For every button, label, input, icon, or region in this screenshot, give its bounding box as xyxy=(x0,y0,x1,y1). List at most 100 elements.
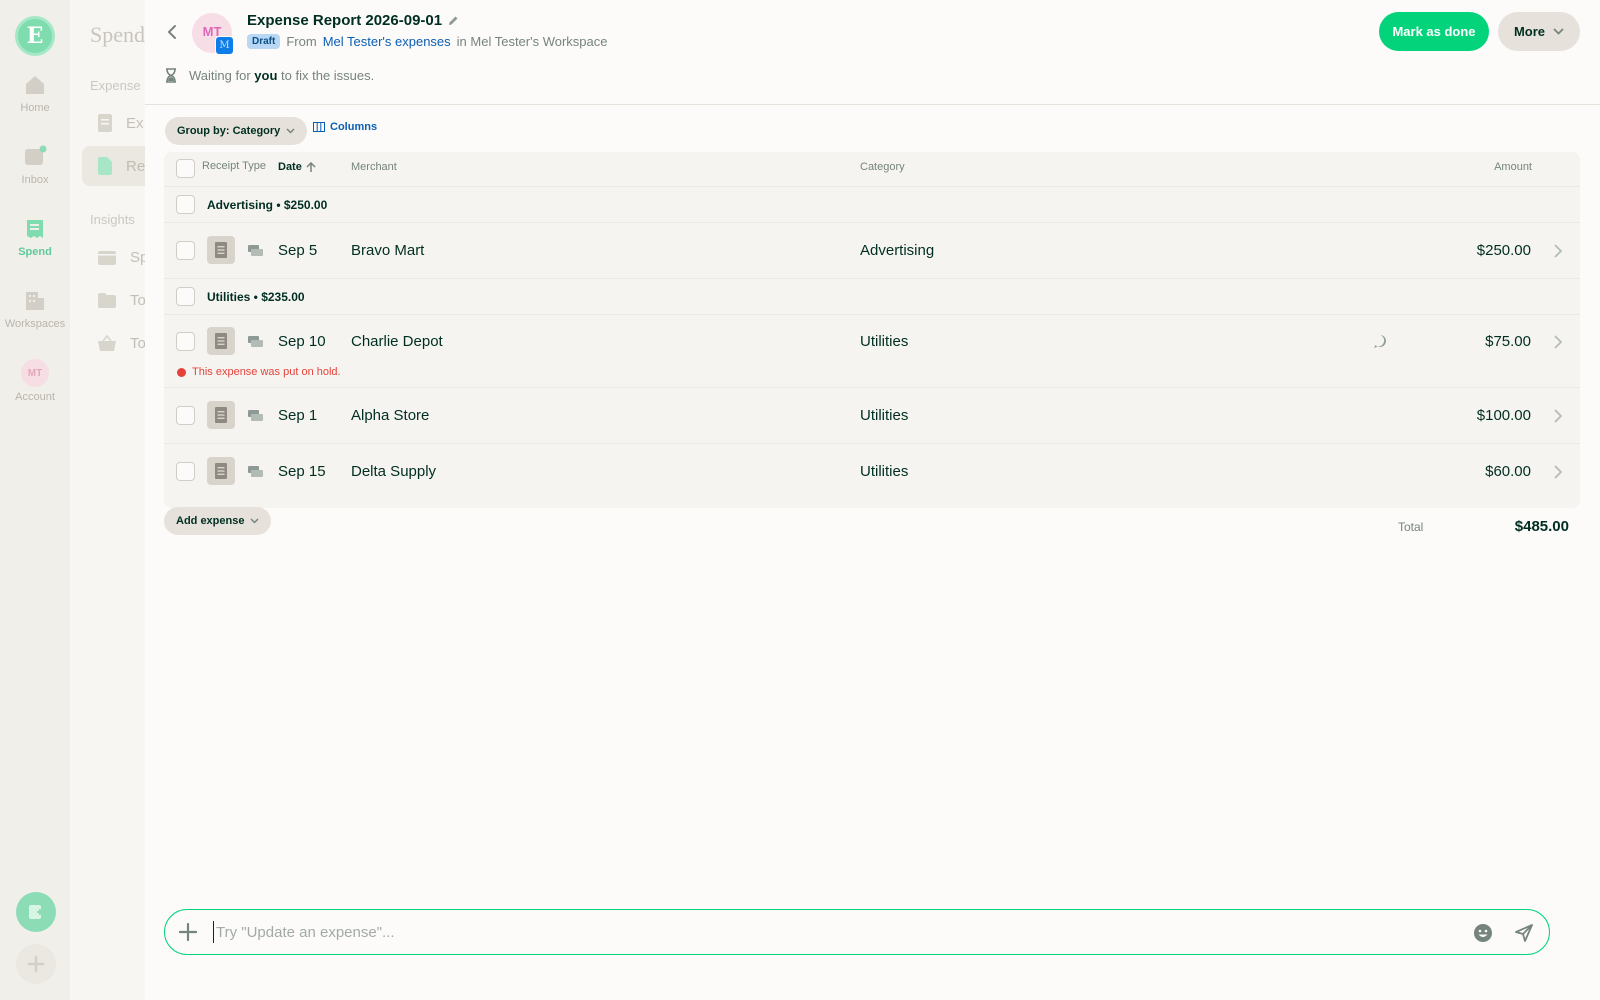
rail-item-spend[interactable]: Spend xyxy=(0,202,70,272)
row-category: Utilities xyxy=(860,463,909,480)
receipt-thumbnail[interactable] xyxy=(207,401,235,429)
rail-item-inbox[interactable]: Inbox xyxy=(0,130,70,200)
receipt-icon xyxy=(215,242,227,258)
cash-icon xyxy=(247,334,263,350)
comment-icon[interactable] xyxy=(1373,334,1389,350)
column-category[interactable]: Category xyxy=(860,161,905,173)
rail-item-workspaces[interactable]: Workspaces xyxy=(0,274,70,344)
rail-item-label: Spend xyxy=(18,246,52,258)
add-expense-dropdown[interactable]: Add expense xyxy=(164,507,272,535)
table-row[interactable]: Sep 10 Charlie Depot Utilities $75.00 Th… xyxy=(164,315,1580,388)
row-checkbox[interactable] xyxy=(176,241,195,260)
basket-icon xyxy=(98,335,116,351)
group-header-advertising: Advertising • $250.00 xyxy=(164,187,1580,223)
new-expense-fab[interactable] xyxy=(16,892,56,932)
rail-item-home[interactable]: Home xyxy=(0,58,70,128)
rail-item-label: Account xyxy=(15,391,55,403)
row-category: Advertising xyxy=(860,242,935,259)
report-icon xyxy=(98,157,112,175)
emoji-icon[interactable] xyxy=(1473,923,1493,943)
calendar-icon xyxy=(98,251,116,265)
rail-item-label: Inbox xyxy=(21,174,49,186)
group-header-utilities: Utilities • $235.00 xyxy=(164,279,1580,315)
group-by-label: Group by: Category xyxy=(177,125,281,137)
status-badge: Draft xyxy=(247,34,281,49)
more-button[interactable]: More xyxy=(1498,12,1580,51)
subnav-item-expenses[interactable]: Ex xyxy=(82,103,145,143)
columns-label: Columns xyxy=(330,121,378,133)
cash-icon xyxy=(247,243,263,259)
waiting-suffix: to fix the issues. xyxy=(281,68,375,83)
report-view: MT M Expense Report 2026-09-01 Draft Fro… xyxy=(145,0,1600,1000)
chevron-right-icon[interactable] xyxy=(1552,243,1564,259)
chevron-right-icon[interactable] xyxy=(1552,334,1564,350)
chevron-right-icon[interactable] xyxy=(1552,408,1564,424)
columns-button[interactable]: Columns xyxy=(313,121,377,133)
more-label: More xyxy=(1513,24,1546,39)
back-button[interactable] xyxy=(162,21,182,43)
chevron-down-icon xyxy=(1553,28,1564,35)
inbox-icon xyxy=(22,144,48,170)
columns-icon xyxy=(313,122,325,132)
total-value: $485.00 xyxy=(1514,518,1569,535)
pencil-icon xyxy=(449,16,458,25)
chat-input[interactable] xyxy=(213,921,1453,943)
chevron-down-icon xyxy=(286,128,295,134)
section-expense-reports: Expense r xyxy=(90,78,145,93)
send-icon[interactable] xyxy=(1514,923,1534,943)
attach-plus-icon[interactable] xyxy=(178,922,198,942)
receipt-icon xyxy=(215,333,227,349)
receipt-thumbnail[interactable] xyxy=(207,236,235,264)
section-insights: Insights xyxy=(90,212,135,227)
chevron-down-icon xyxy=(250,518,259,524)
subnav-item-top-categories[interactable]: To xyxy=(82,280,145,320)
total-label: Total xyxy=(1398,520,1424,534)
group-checkbox[interactable] xyxy=(176,195,195,214)
table-row[interactable]: Sep 15 Delta Supply Utilities $60.00 xyxy=(164,444,1580,500)
folder-icon xyxy=(98,292,116,308)
column-amount[interactable]: Amount xyxy=(1494,161,1532,173)
left-rail: E Home Inbox Spend Workspaces MT Account xyxy=(0,0,70,1000)
plus-icon xyxy=(27,955,45,973)
source-link[interactable]: Mel Tester's expenses xyxy=(323,34,451,49)
group-by-dropdown[interactable]: Group by: Category xyxy=(165,117,308,145)
row-checkbox[interactable] xyxy=(176,332,195,351)
row-merchant: Alpha Store xyxy=(351,407,430,424)
rail-item-account[interactable]: MT Account xyxy=(0,346,70,416)
app-logo[interactable]: E xyxy=(15,16,55,56)
receipt-icon xyxy=(22,216,48,242)
row-checkbox[interactable] xyxy=(176,406,195,425)
chevron-right-icon[interactable] xyxy=(1552,464,1564,480)
row-date: Sep 1 xyxy=(278,407,318,424)
subnav-item-top-merchants[interactable]: To xyxy=(82,323,145,363)
chevron-left-icon xyxy=(167,25,176,39)
receipt-thumbnail[interactable] xyxy=(207,457,235,485)
row-checkbox[interactable] xyxy=(176,462,195,481)
select-all-checkbox[interactable] xyxy=(176,159,195,178)
group-checkbox[interactable] xyxy=(176,287,195,306)
table-row[interactable]: Sep 1 Alpha Store Utilities $100.00 xyxy=(164,388,1580,444)
group-label: Utilities • $235.00 xyxy=(207,290,305,304)
spend-nav: Spend Expense r Ex Re Insights Sp To To xyxy=(70,0,145,1000)
row-date: Sep 10 xyxy=(278,333,326,350)
column-merchant[interactable]: Merchant xyxy=(351,161,397,173)
add-expense-label: Add expense xyxy=(176,515,245,527)
table-row[interactable]: Sep 5 Bravo Mart Advertising $250.00 xyxy=(164,223,1580,279)
mark-as-done-button[interactable]: Mark as done xyxy=(1379,12,1489,51)
workspace-avatar: M xyxy=(215,36,234,55)
account-avatar: MT xyxy=(21,359,49,387)
subnav-item-reports[interactable]: Re xyxy=(82,146,145,186)
column-receipt-type[interactable]: Receipt Type xyxy=(202,160,266,172)
cash-icon xyxy=(247,464,263,480)
compose-icon xyxy=(29,905,43,919)
expense-table: Receipt Type Date Merchant Category Amou… xyxy=(164,152,1580,508)
row-merchant: Bravo Mart xyxy=(351,242,425,259)
column-date[interactable]: Date xyxy=(278,161,316,173)
spend-nav-title: Spend xyxy=(90,22,145,47)
error-dot-icon xyxy=(177,367,186,377)
report-title[interactable]: Expense Report 2026-09-01 xyxy=(247,12,459,29)
document-icon xyxy=(98,114,112,132)
create-fab[interactable] xyxy=(16,944,56,984)
subnav-item-spend[interactable]: Sp xyxy=(82,237,145,277)
receipt-thumbnail[interactable] xyxy=(207,327,235,355)
